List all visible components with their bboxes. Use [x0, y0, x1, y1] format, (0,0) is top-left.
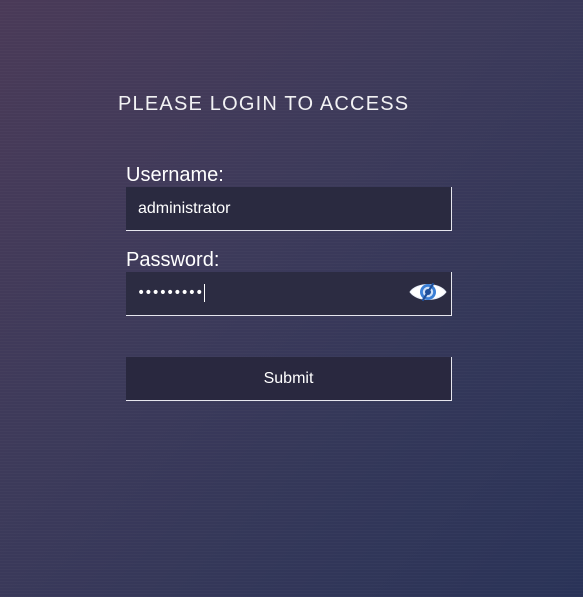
password-label: Password:: [126, 249, 220, 271]
username-field-container: [126, 187, 452, 231]
username-label: Username:: [126, 164, 224, 186]
eye-icon-graphic: [409, 282, 447, 302]
submit-button[interactable]: Submit: [126, 357, 452, 401]
password-mask: •••••••••: [137, 285, 203, 301]
eye-icon[interactable]: [408, 279, 448, 305]
page-title: PLEASE LOGIN TO ACCESS: [118, 93, 410, 115]
text-caret: [204, 284, 206, 302]
username-input[interactable]: [126, 187, 451, 230]
password-value: •••••••••: [137, 283, 206, 303]
